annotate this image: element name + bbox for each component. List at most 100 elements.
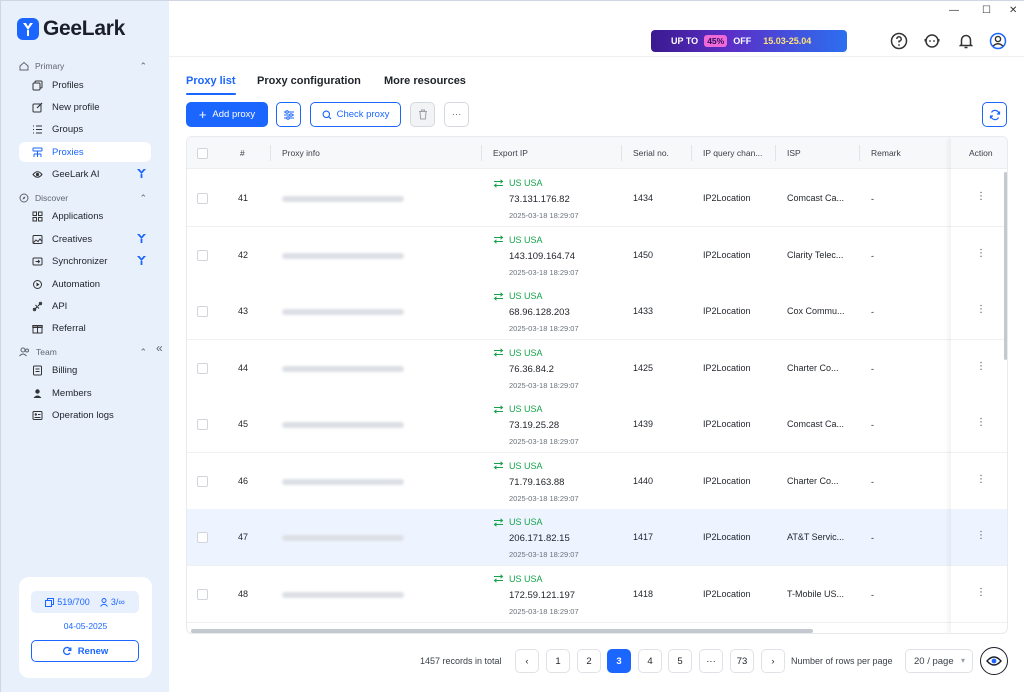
remark: - (871, 194, 874, 204)
account-icon[interactable] (989, 32, 1007, 50)
ai-icon (31, 168, 43, 180)
row-checkbox[interactable] (197, 532, 208, 543)
expire-date: 04-05-2025 (63, 621, 108, 631)
isp: Comcast Ca... (787, 193, 845, 203)
ip-query-channel: IP2Location (703, 306, 751, 316)
page-button-current[interactable]: 3 (607, 649, 631, 673)
table-row[interactable]: 48 US USA 172.59.121.197 2025-03-18 18:29:0… (187, 565, 1007, 623)
page-button[interactable]: 5 (668, 649, 692, 673)
sidebar-item-billing[interactable]: Billing (19, 360, 151, 380)
row-checkbox[interactable] (197, 588, 208, 600)
proxy-info-redacted (282, 309, 404, 315)
sidebar-item-operation-logs[interactable]: Operation logs (19, 405, 151, 425)
maximize-icon[interactable]: ☐ (982, 5, 991, 16)
col-isp: ISP (787, 148, 801, 158)
tab-more-resources[interactable]: More resources (384, 75, 466, 87)
sidebar-item-automation[interactable]: Automation (19, 274, 151, 294)
top-bar: — ☐ ✕ UP TO 45% OFF 15.03-25.04 (169, 1, 1024, 57)
brand-logo[interactable]: GeeLark (17, 15, 125, 43)
section-label: Primary (35, 61, 65, 71)
renew-button[interactable]: Renew (31, 640, 139, 662)
row-checkbox[interactable] (197, 362, 208, 374)
search-icon (322, 110, 332, 119)
user-icon (99, 597, 108, 607)
ip-query-channel: IP2Location (703, 362, 751, 373)
sidebar-item-groups[interactable]: Groups (19, 119, 151, 139)
sidebar-item-label: Referral (52, 322, 86, 334)
tab-proxy-configuration[interactable]: Proxy configuration (257, 75, 361, 87)
profile-quota: 519/700 (45, 597, 90, 607)
select-all-checkbox[interactable] (197, 148, 208, 159)
serial-no: 1417 (633, 532, 654, 542)
active-tab-indicator (186, 93, 236, 95)
proxy-info-redacted (282, 591, 404, 598)
sidebar-item-synchronizer[interactable]: Synchronizer (19, 251, 151, 271)
minimize-icon[interactable]: — (949, 5, 959, 16)
col-export-ip: Export IP (493, 148, 528, 158)
column-divider (859, 145, 860, 161)
sidebar-item-creatives[interactable]: Creatives (19, 229, 151, 249)
proxy-info-redacted (282, 478, 404, 485)
check-proxy-button[interactable]: Check proxy (310, 102, 401, 127)
remark: - (871, 476, 874, 487)
add-proxy-button[interactable]: + Add proxy (186, 102, 268, 127)
table-row[interactable]: 42 US USA 143.109.164.74 2025-03-18 18:29:0… (187, 226, 1007, 284)
table-row[interactable]: 46 US USA 71.79.163.88 2025-03-18 18:29:07 1… (187, 452, 1007, 510)
page-ellipsis-button[interactable]: ··· (699, 649, 723, 673)
bell-icon[interactable] (957, 32, 975, 50)
delete-button[interactable] (410, 102, 435, 127)
isp: Clarity Telec... (787, 249, 844, 260)
column-divider (621, 145, 622, 161)
sidebar-item-proxies[interactable]: Proxies (19, 142, 151, 162)
sidebar-item-geelark-ai[interactable]: GeeLark AI (19, 164, 151, 184)
sidebar-item-new-profile[interactable]: New profile (19, 97, 151, 117)
column-divider (270, 145, 271, 161)
next-page-button[interactable]: › (761, 649, 785, 673)
sidebar-item-members[interactable]: Members (19, 383, 151, 403)
page-button[interactable]: 2 (577, 649, 601, 673)
sidebar-item-profiles[interactable]: Profiles (19, 75, 151, 95)
page-button[interactable]: 4 (638, 649, 662, 673)
table-row[interactable]: 44 US USA 76.36.84.2 2025-03-18 18:29:07 142… (187, 339, 1007, 397)
sidebar-item-referral[interactable]: Referral (19, 318, 151, 338)
horizontal-scrollbar[interactable] (191, 629, 813, 633)
section-team[interactable]: Team ⌃ (19, 347, 147, 357)
image-icon (31, 233, 43, 245)
sidebar-item-label: New profile (52, 101, 100, 113)
refresh-button[interactable] (982, 102, 1007, 127)
sidebar-item-api[interactable]: API (19, 296, 151, 316)
tab-proxy-list[interactable]: Proxy list (186, 75, 236, 87)
isp: Comcast Ca... (787, 419, 845, 429)
row-checkbox[interactable] (197, 419, 208, 430)
vertical-scrollbar[interactable] (1004, 172, 1007, 360)
table-row[interactable]: 41 US USA 73.131.176.82 2025-03-18 18:29:07… (187, 170, 1007, 227)
promo-banner[interactable]: UP TO 45% OFF 15.03-25.04 (651, 30, 847, 52)
sidebar-item-applications[interactable]: Applications (19, 206, 151, 226)
row-checkbox[interactable] (197, 249, 208, 261)
row-checkbox[interactable] (197, 475, 208, 487)
row-checkbox[interactable] (197, 306, 208, 317)
swap-icon (493, 348, 504, 357)
plus-icon: + (198, 107, 207, 122)
page-size-select[interactable]: 20 / page ▾ (905, 649, 973, 673)
section-primary[interactable]: Primary ⌃ (19, 61, 147, 71)
page-button[interactable]: 1 (546, 649, 570, 673)
table-row[interactable]: 47 US USA 206.171.82.15 2025-03-18 18:29:07… (187, 509, 1007, 566)
sidebar-item-label: Proxies (52, 146, 84, 158)
row-checkbox[interactable] (197, 193, 208, 204)
close-icon[interactable]: ✕ (1009, 5, 1017, 16)
collapse-sidebar-icon[interactable]: « (156, 341, 163, 355)
table-row[interactable]: 43 US USA 68.96.128.203 2025-03-18 18:29:07… (187, 283, 1007, 340)
support-icon[interactable] (923, 32, 941, 50)
help-icon[interactable] (890, 32, 908, 50)
col-number: # (240, 148, 245, 158)
section-discover[interactable]: Discover ⌃ (19, 193, 147, 203)
assistant-button[interactable] (980, 647, 1008, 675)
page-button[interactable]: 73 (730, 649, 754, 673)
more-actions-button[interactable]: ··· (444, 102, 469, 127)
sidebar-item-label: GeeLark AI (52, 168, 100, 180)
filter-settings-button[interactable] (276, 102, 301, 127)
prev-page-button[interactable]: ‹ (515, 649, 539, 673)
export-ip: 73.131.176.82 (509, 194, 570, 205)
table-row[interactable]: 45 US USA 73.19.25.28 2025-03-18 18:29:07 14… (187, 396, 1007, 453)
